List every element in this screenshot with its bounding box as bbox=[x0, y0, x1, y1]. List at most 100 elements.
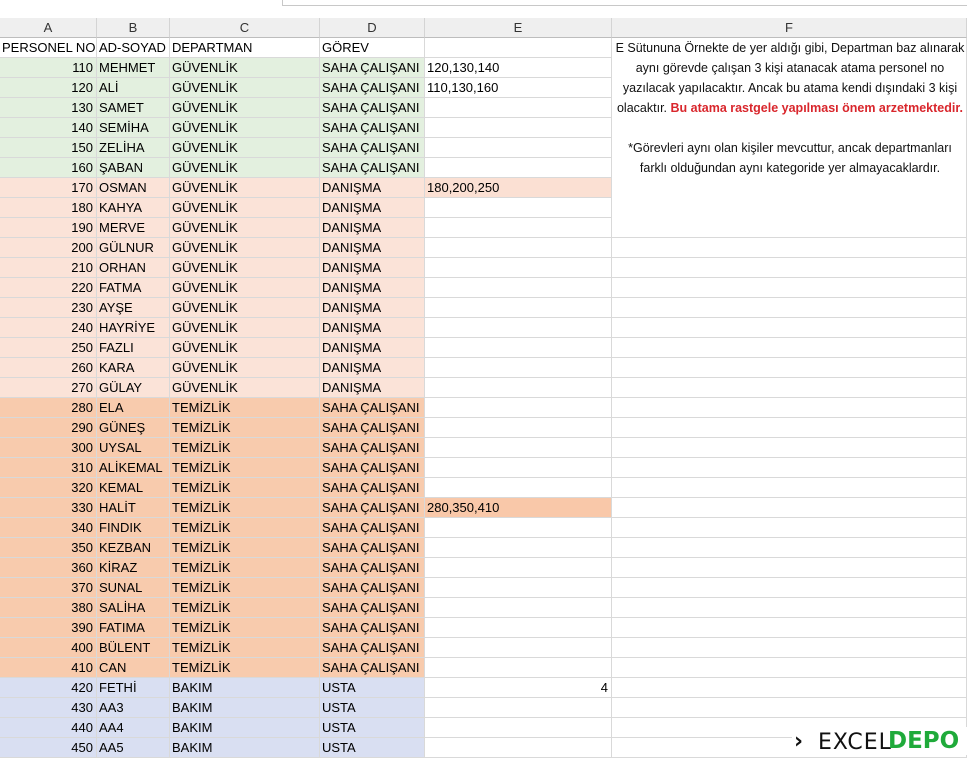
department-cell[interactable]: TEMİZLİK bbox=[170, 518, 320, 538]
department-cell[interactable]: GÜVENLİK bbox=[170, 318, 320, 338]
name-cell[interactable]: FATMA bbox=[97, 278, 170, 298]
department-cell[interactable]: GÜVENLİK bbox=[170, 158, 320, 178]
department-cell[interactable]: GÜVENLİK bbox=[170, 358, 320, 378]
task-cell[interactable]: DANIŞMA bbox=[320, 378, 425, 398]
name-cell[interactable]: KİRAZ bbox=[97, 558, 170, 578]
name-cell[interactable]: AA4 bbox=[97, 718, 170, 738]
task-cell[interactable]: SAHA ÇALIŞANI bbox=[320, 518, 425, 538]
task-cell[interactable]: SAHA ÇALIŞANI bbox=[320, 398, 425, 418]
assignment-cell[interactable] bbox=[425, 638, 612, 658]
department-cell[interactable]: BAKIM bbox=[170, 738, 320, 758]
notes-column-cell[interactable] bbox=[612, 538, 967, 558]
name-cell[interactable]: AA5 bbox=[97, 738, 170, 758]
personnel-no-cell[interactable]: 260 bbox=[0, 358, 97, 378]
assignment-cell[interactable] bbox=[425, 278, 612, 298]
notes-column-cell[interactable] bbox=[612, 298, 967, 318]
task-cell[interactable]: DANIŞMA bbox=[320, 318, 425, 338]
department-cell[interactable]: TEMİZLİK bbox=[170, 578, 320, 598]
notes-column-cell[interactable] bbox=[612, 178, 967, 198]
task-cell[interactable]: SAHA ÇALIŞANI bbox=[320, 78, 425, 98]
assignment-cell[interactable] bbox=[425, 618, 612, 638]
personnel-no-cell[interactable]: 220 bbox=[0, 278, 97, 298]
department-cell[interactable]: TEMİZLİK bbox=[170, 558, 320, 578]
personnel-no-cell[interactable]: 310 bbox=[0, 458, 97, 478]
assignment-cell[interactable] bbox=[425, 558, 612, 578]
personnel-no-cell[interactable]: 230 bbox=[0, 298, 97, 318]
assignment-cell[interactable] bbox=[425, 318, 612, 338]
task-cell[interactable]: SAHA ÇALIŞANI bbox=[320, 418, 425, 438]
name-cell[interactable]: KARA bbox=[97, 358, 170, 378]
department-cell[interactable]: TEMİZLİK bbox=[170, 538, 320, 558]
task-cell[interactable]: USTA bbox=[320, 718, 425, 738]
task-cell[interactable]: SAHA ÇALIŞANI bbox=[320, 598, 425, 618]
column-header-a[interactable]: A bbox=[0, 18, 97, 38]
personnel-no-cell[interactable]: 450 bbox=[0, 738, 97, 758]
assignment-cell[interactable] bbox=[425, 338, 612, 358]
department-cell[interactable]: GÜVENLİK bbox=[170, 98, 320, 118]
notes-column-cell[interactable] bbox=[612, 278, 967, 298]
name-cell[interactable]: HALİT bbox=[97, 498, 170, 518]
personnel-no-cell[interactable]: 330 bbox=[0, 498, 97, 518]
assignment-cell[interactable] bbox=[425, 598, 612, 618]
department-cell[interactable]: TEMİZLİK bbox=[170, 598, 320, 618]
name-cell[interactable]: GÜLAY bbox=[97, 378, 170, 398]
name-cell[interactable]: MEHMET bbox=[97, 58, 170, 78]
formula-bar[interactable] bbox=[282, 0, 967, 6]
department-cell[interactable]: TEMİZLİK bbox=[170, 618, 320, 638]
personnel-no-cell[interactable]: 180 bbox=[0, 198, 97, 218]
name-cell[interactable]: FATIMA bbox=[97, 618, 170, 638]
task-cell[interactable]: SAHA ÇALIŞANI bbox=[320, 58, 425, 78]
name-cell[interactable]: HAYRİYE bbox=[97, 318, 170, 338]
name-cell[interactable]: ŞABAN bbox=[97, 158, 170, 178]
personnel-no-cell[interactable]: 390 bbox=[0, 618, 97, 638]
notes-column-cell[interactable] bbox=[612, 438, 967, 458]
name-cell[interactable]: ZELİHA bbox=[97, 138, 170, 158]
assignment-cell[interactable] bbox=[425, 238, 612, 258]
department-cell[interactable]: TEMİZLİK bbox=[170, 458, 320, 478]
task-cell[interactable]: DANIŞMA bbox=[320, 338, 425, 358]
personnel-no-cell[interactable]: 360 bbox=[0, 558, 97, 578]
notes-column-cell[interactable] bbox=[612, 478, 967, 498]
assignment-cell[interactable]: 120,130,140 bbox=[425, 58, 612, 78]
task-cell[interactable]: SAHA ÇALIŞANI bbox=[320, 438, 425, 458]
column-header-e[interactable]: E bbox=[425, 18, 612, 38]
task-cell[interactable]: DANIŞMA bbox=[320, 258, 425, 278]
notes-column-cell[interactable] bbox=[612, 338, 967, 358]
department-cell[interactable]: GÜVENLİK bbox=[170, 258, 320, 278]
assignment-cell[interactable] bbox=[425, 258, 612, 278]
notes-column-cell[interactable] bbox=[612, 518, 967, 538]
personnel-no-cell[interactable]: 150 bbox=[0, 138, 97, 158]
personnel-no-cell[interactable]: 280 bbox=[0, 398, 97, 418]
personnel-no-cell[interactable]: 430 bbox=[0, 698, 97, 718]
department-cell[interactable]: GÜVENLİK bbox=[170, 218, 320, 238]
assignment-cell[interactable] bbox=[425, 378, 612, 398]
name-cell[interactable]: FAZLI bbox=[97, 338, 170, 358]
department-cell[interactable]: TEMİZLİK bbox=[170, 498, 320, 518]
name-cell[interactable]: MERVE bbox=[97, 218, 170, 238]
assignment-cell[interactable] bbox=[425, 398, 612, 418]
notes-column-cell[interactable] bbox=[612, 658, 967, 678]
name-cell[interactable]: AA3 bbox=[97, 698, 170, 718]
notes-column-cell[interactable] bbox=[612, 398, 967, 418]
name-cell[interactable]: ALİKEMAL bbox=[97, 458, 170, 478]
notes-column-cell[interactable] bbox=[612, 198, 967, 218]
assignment-cell[interactable]: 110,130,160 bbox=[425, 78, 612, 98]
assignment-cell[interactable] bbox=[425, 718, 612, 738]
task-cell[interactable]: DANIŞMA bbox=[320, 358, 425, 378]
name-cell[interactable]: SAMET bbox=[97, 98, 170, 118]
assignment-cell[interactable] bbox=[425, 198, 612, 218]
department-cell[interactable]: GÜVENLİK bbox=[170, 138, 320, 158]
personnel-no-cell[interactable]: 340 bbox=[0, 518, 97, 538]
personnel-no-cell[interactable]: 140 bbox=[0, 118, 97, 138]
assignment-cell[interactable] bbox=[425, 518, 612, 538]
personnel-no-cell[interactable]: 170 bbox=[0, 178, 97, 198]
notes-column-cell[interactable] bbox=[612, 598, 967, 618]
personnel-no-cell[interactable]: 370 bbox=[0, 578, 97, 598]
department-cell[interactable]: GÜVENLİK bbox=[170, 298, 320, 318]
task-cell[interactable]: DANIŞMA bbox=[320, 198, 425, 218]
task-cell[interactable]: SAHA ÇALIŞANI bbox=[320, 658, 425, 678]
notes-column-cell[interactable] bbox=[612, 678, 967, 698]
personnel-no-cell[interactable]: 320 bbox=[0, 478, 97, 498]
name-cell[interactable]: BÜLENT bbox=[97, 638, 170, 658]
personnel-no-cell[interactable]: 240 bbox=[0, 318, 97, 338]
